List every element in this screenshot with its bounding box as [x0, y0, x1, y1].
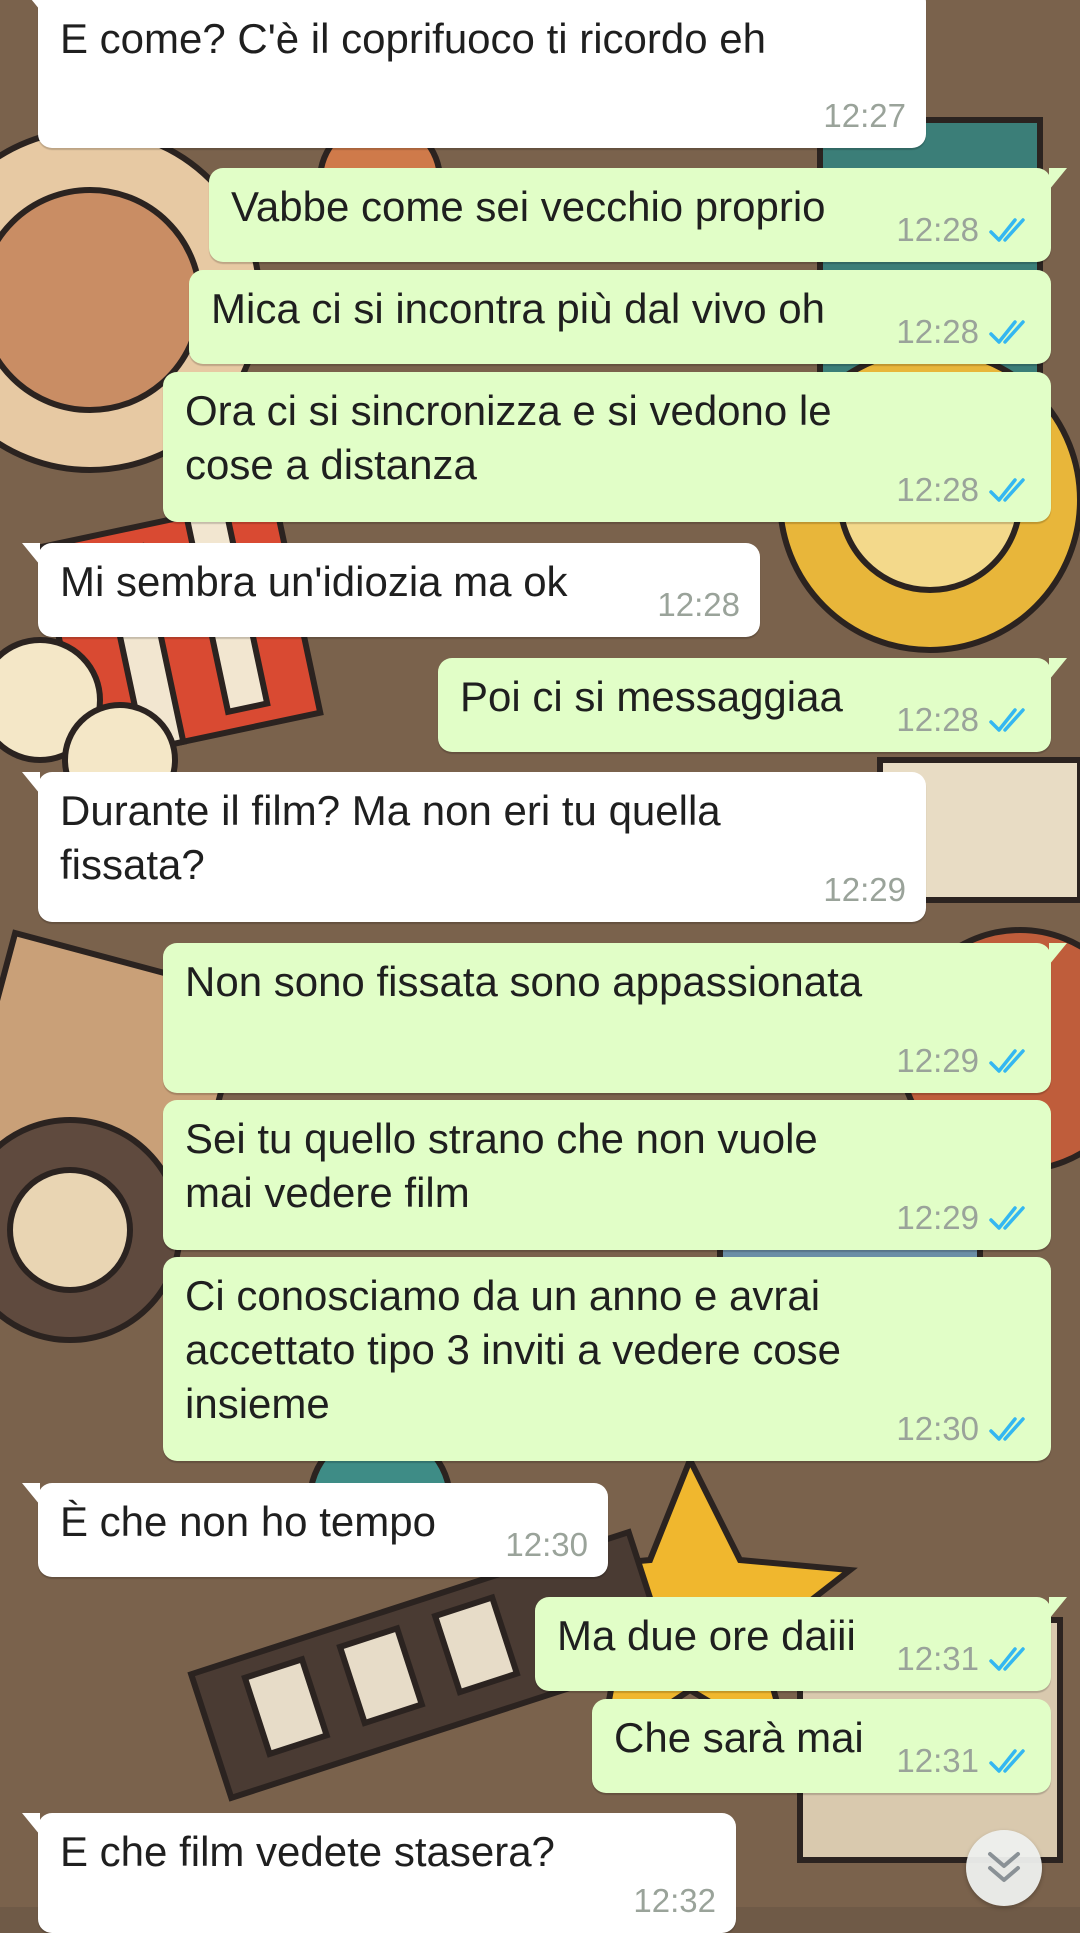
- message-meta: 12:28: [896, 702, 1031, 738]
- message-text: Durante il film? Ma non eri tu quella fi…: [60, 787, 733, 888]
- message-timestamp: 12:31: [896, 1640, 979, 1677]
- message-timestamp: 12:28: [896, 701, 979, 738]
- outgoing-message[interactable]: Ora ci si sincronizza e si vedono le cos…: [163, 372, 1051, 522]
- message-meta: 12:28: [896, 472, 1031, 508]
- double-check-read-icon: [989, 218, 1025, 242]
- outgoing-message[interactable]: Mica ci si incontra più dal vivo oh 12:28: [189, 270, 1051, 364]
- message-meta: 12:28: [657, 587, 740, 623]
- message-meta: 12:31: [896, 1641, 1031, 1677]
- message-text: E come? C'è il coprifuoco ti ricordo eh: [60, 15, 767, 62]
- double-check-read-icon: [989, 320, 1025, 344]
- outgoing-message[interactable]: Sei tu quello strano che non vuole mai v…: [163, 1100, 1051, 1250]
- message-timestamp: 12:28: [896, 471, 979, 508]
- message-timestamp: 12:31: [896, 1742, 979, 1779]
- outgoing-message[interactable]: Che sarà mai 12:31: [592, 1699, 1051, 1793]
- message-text: E che film vedete stasera?: [60, 1828, 555, 1875]
- message-timestamp: 12:28: [896, 313, 979, 350]
- message-meta: 12:32: [633, 1883, 716, 1919]
- message-timestamp: 12:32: [633, 1882, 716, 1919]
- message-timestamp: 12:27: [823, 97, 906, 134]
- message-meta: 12:29: [896, 1043, 1031, 1079]
- outgoing-message[interactable]: Ma due ore daiii 12:31: [535, 1597, 1067, 1691]
- message-meta: 12:28: [896, 212, 1031, 248]
- double-check-read-icon: [989, 1049, 1025, 1073]
- message-timestamp: 12:28: [657, 586, 740, 623]
- incoming-message[interactable]: E che film vedete stasera? 12:32: [22, 1813, 736, 1933]
- message-meta: 12:29: [823, 872, 906, 908]
- message-timestamp: 12:30: [505, 1526, 588, 1563]
- outgoing-message[interactable]: Vabbe come sei vecchio proprio 12:28: [209, 168, 1067, 262]
- double-check-read-icon: [989, 708, 1025, 732]
- chat-messages[interactable]: E come? C'è il coprifuoco ti ricordo eh 1…: [0, 0, 1080, 1933]
- outgoing-message[interactable]: Ci conosciamo da un anno e avrai accetta…: [163, 1257, 1051, 1461]
- message-text: Mi sembra un'idiozia ma ok: [60, 558, 568, 605]
- message-meta: 12:29: [896, 1200, 1031, 1236]
- message-meta: 12:28: [896, 314, 1031, 350]
- incoming-message[interactable]: E come? C'è il coprifuoco ti ricordo eh 1…: [22, 0, 926, 148]
- incoming-message[interactable]: Durante il film? Ma non eri tu quella fi…: [22, 772, 926, 922]
- message-timestamp: 12:28: [896, 211, 979, 248]
- message-text: Ci conosciamo da un anno e avrai accetta…: [185, 1272, 853, 1427]
- double-check-read-icon: [989, 1647, 1025, 1671]
- double-check-read-icon: [989, 478, 1025, 502]
- message-timestamp: 12:29: [823, 871, 906, 908]
- message-text: Non sono fissata sono appassionata: [185, 958, 863, 1005]
- message-meta: 12:27: [823, 98, 906, 134]
- message-timestamp: 12:29: [896, 1199, 979, 1236]
- message-timestamp: 12:30: [896, 1410, 979, 1447]
- double-chevron-down-icon: [988, 1852, 1020, 1882]
- double-check-read-icon: [989, 1417, 1025, 1441]
- message-meta: 12:30: [505, 1527, 588, 1563]
- double-check-read-icon: [989, 1749, 1025, 1773]
- incoming-message[interactable]: Mi sembra un'idiozia ma ok 12:28: [22, 543, 760, 637]
- outgoing-message[interactable]: Non sono fissata sono appassionata 12:29: [163, 943, 1067, 1093]
- message-timestamp: 12:29: [896, 1042, 979, 1079]
- message-meta: 12:30: [896, 1411, 1031, 1447]
- incoming-message[interactable]: È che non ho tempo 12:30: [22, 1483, 608, 1577]
- double-check-read-icon: [989, 1206, 1025, 1230]
- outgoing-message[interactable]: Poi ci si messaggiaa 12:28: [438, 658, 1067, 752]
- message-meta: 12:31: [896, 1743, 1031, 1779]
- scroll-to-bottom-button[interactable]: [966, 1830, 1042, 1906]
